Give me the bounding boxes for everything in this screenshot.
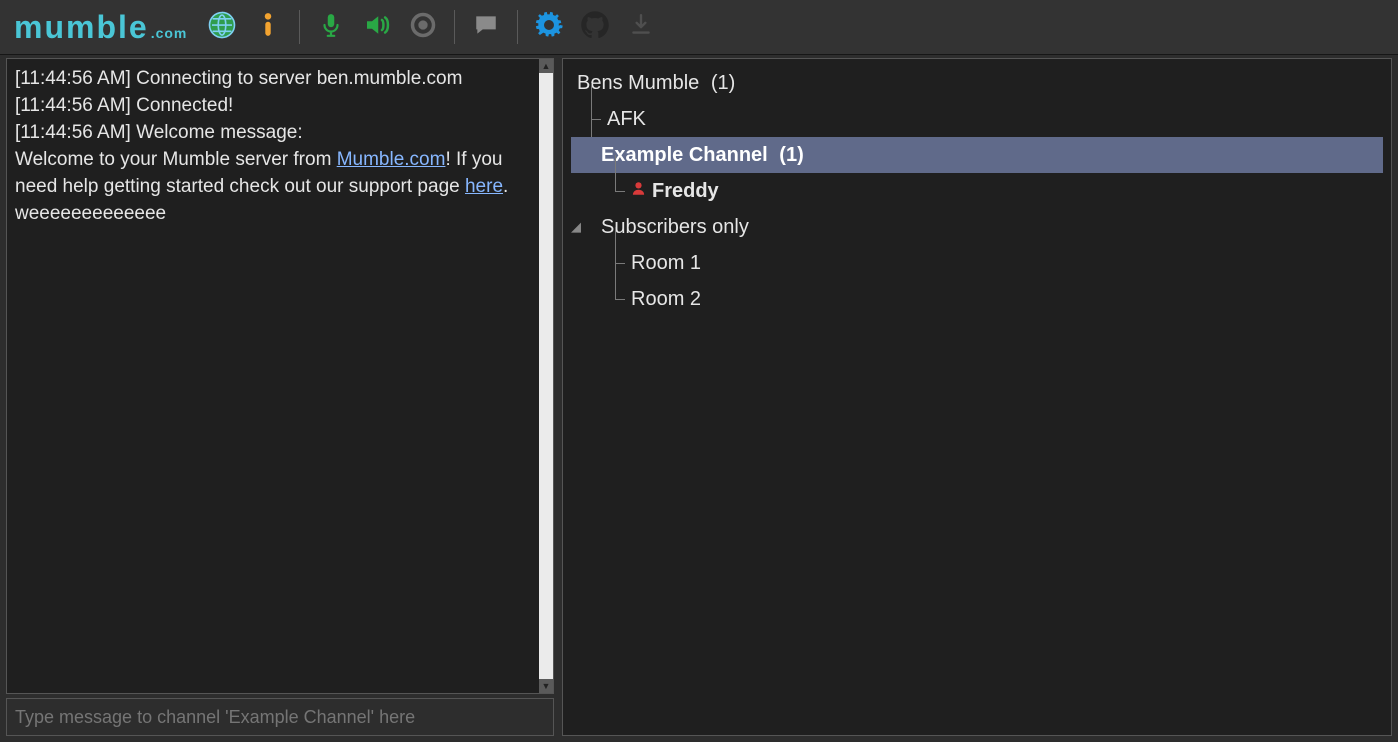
log-content: [11:44:56 AM] Connecting to server ben.m…: [7, 59, 539, 693]
channel-label: Room 1: [631, 252, 701, 275]
log-text: Connecting to server ben.mumble.com: [136, 68, 462, 89]
app-logo: mumble.com: [6, 9, 197, 46]
channel-tree: Bens Mumble (1) AFK ◢ Example Channel (1…: [567, 65, 1387, 317]
github-button[interactable]: [574, 6, 616, 48]
log-line: [11:44:56 AM] Connecting to server ben.m…: [15, 65, 531, 92]
channel-tree-panel: Bens Mumble (1) AFK ◢ Example Channel (1…: [562, 58, 1392, 736]
user-icon: [631, 180, 652, 203]
log-ts: [11:44:56 AM]: [15, 122, 131, 143]
download-button[interactable]: [620, 6, 662, 48]
log-text: Welcome message:: [136, 122, 303, 143]
scroll-up-arrow[interactable]: ▲: [539, 59, 553, 73]
channel-label: Example Channel: [601, 144, 768, 167]
toolbar-separator: [299, 10, 300, 44]
comment-icon: [472, 12, 500, 43]
info-button[interactable]: [247, 6, 289, 48]
microphone-icon: [318, 10, 344, 45]
channel-room1[interactable]: Room 1: [567, 245, 1387, 281]
mute-mic-button[interactable]: [310, 6, 352, 48]
connect-button[interactable]: [201, 6, 243, 48]
tree-branch-line: [611, 281, 629, 317]
comment-button[interactable]: [465, 6, 507, 48]
tree-branch-line: [611, 173, 629, 209]
welcome-message: Welcome to your Mumble server from Mumbl…: [15, 146, 531, 227]
log-line: [11:44:56 AM] Connected!: [15, 92, 531, 119]
log-panel: [11:44:56 AM] Connecting to server ben.m…: [6, 58, 554, 694]
channel-room2[interactable]: Room 2: [567, 281, 1387, 317]
user-name: Freddy: [652, 180, 719, 203]
root-count: (1): [705, 72, 735, 95]
channel-label: Room 2: [631, 288, 701, 311]
log-ts: [11:44:56 AM]: [15, 95, 131, 116]
support-here-link[interactable]: here: [465, 176, 503, 197]
channel-count: (1): [774, 144, 804, 167]
channel-afk[interactable]: AFK: [567, 101, 1387, 137]
speaker-icon: [362, 10, 392, 45]
log-line: [11:44:56 AM] Welcome message:: [15, 119, 531, 146]
log-text: Connected!: [136, 95, 233, 116]
logo-suffix: .com: [151, 25, 188, 41]
toolbar: mumble.com: [0, 0, 1398, 54]
left-column: [11:44:56 AM] Connecting to server ben.m…: [6, 58, 554, 736]
log-ts: [11:44:56 AM]: [15, 68, 131, 89]
settings-gear-icon: [534, 10, 564, 45]
user-row[interactable]: Freddy: [567, 173, 1387, 209]
mute-speaker-button[interactable]: [356, 6, 398, 48]
log-scrollbar[interactable]: ▲ ▼: [539, 59, 553, 693]
tree-branch-line: [611, 245, 629, 281]
tree-branch-line: [587, 101, 605, 137]
channel-subscribers[interactable]: Subscribers only: [567, 209, 1387, 245]
tree-root[interactable]: Bens Mumble (1): [567, 65, 1387, 101]
welcome-pre: Welcome to your Mumble server from: [15, 149, 337, 170]
toolbar-separator: [517, 10, 518, 44]
root-label: Bens Mumble: [577, 72, 699, 95]
channel-example[interactable]: Example Channel (1): [571, 137, 1383, 173]
info-icon: [255, 10, 281, 45]
download-icon: [628, 11, 654, 44]
scroll-down-arrow[interactable]: ▼: [539, 679, 553, 693]
scroll-track[interactable]: [539, 73, 553, 679]
logo-text: mumble: [14, 9, 149, 46]
channel-label: Subscribers only: [601, 216, 749, 239]
record-icon: [409, 11, 437, 44]
message-input[interactable]: [6, 698, 554, 736]
mumble-link[interactable]: Mumble.com: [337, 149, 446, 170]
main-area: [11:44:56 AM] Connecting to server ben.m…: [0, 54, 1398, 742]
record-button[interactable]: [402, 6, 444, 48]
toolbar-separator: [454, 10, 455, 44]
channel-label: AFK: [607, 108, 646, 131]
github-icon: [580, 10, 610, 45]
globe-icon: [207, 10, 237, 45]
settings-button[interactable]: [528, 6, 570, 48]
